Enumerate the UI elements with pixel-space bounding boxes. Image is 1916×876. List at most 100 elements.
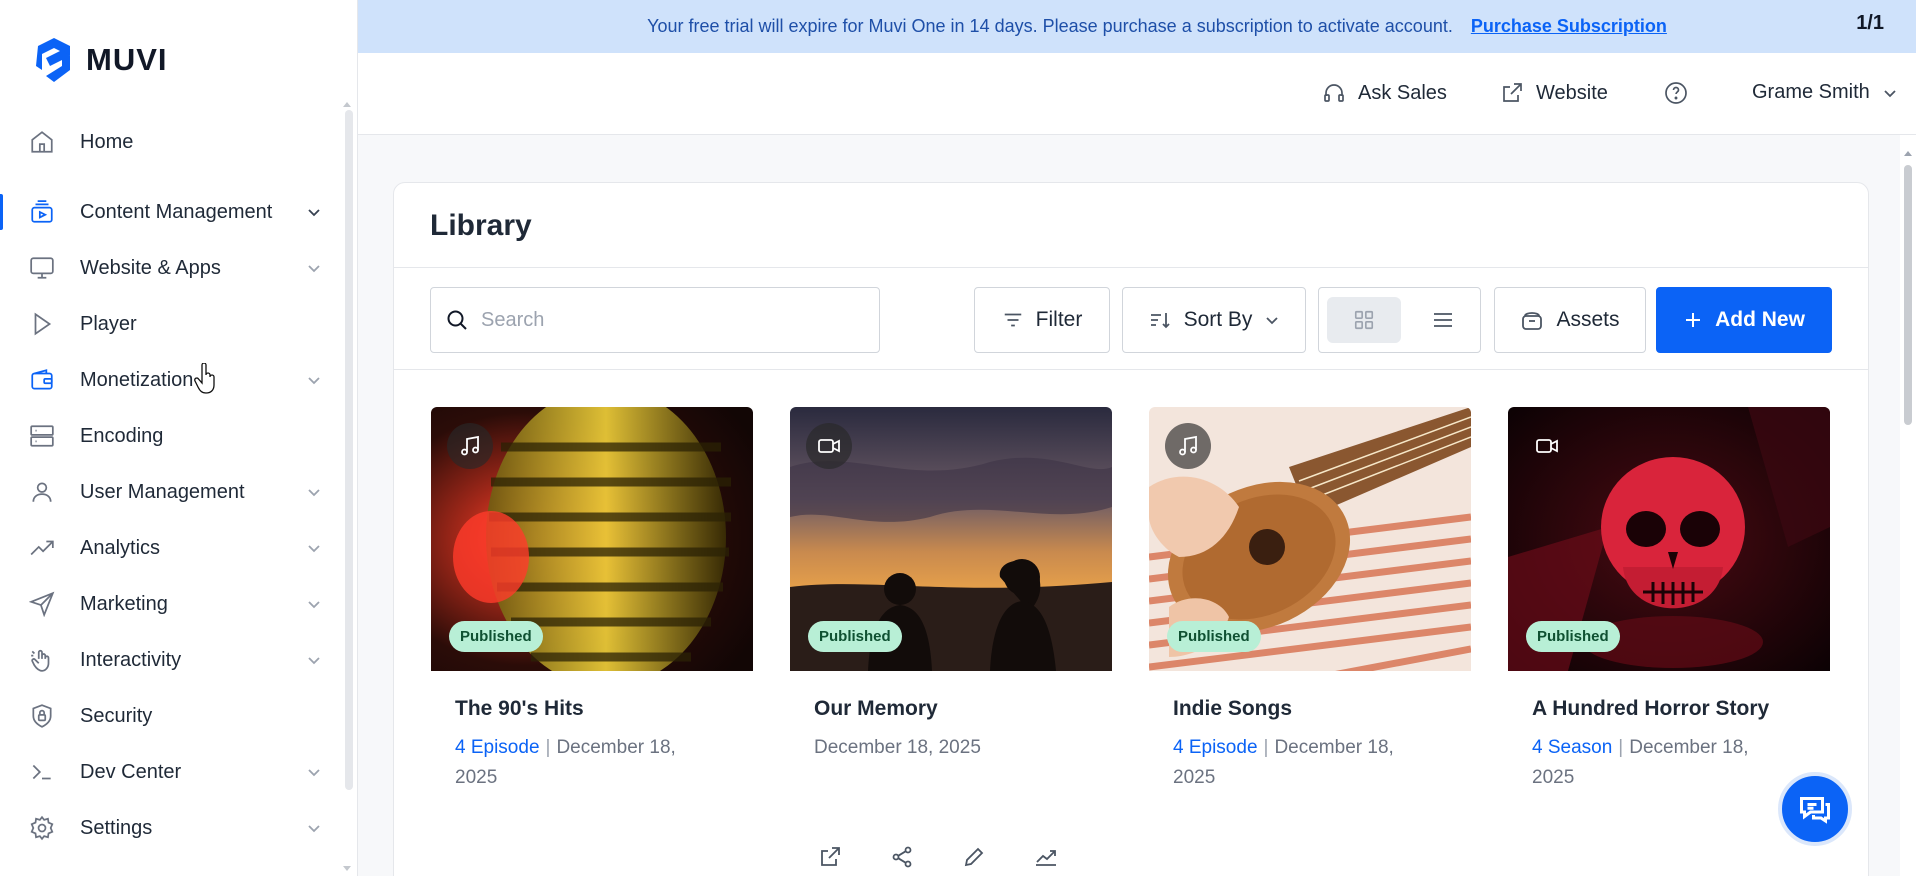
sidebar-item-analytics[interactable]: Analytics <box>0 520 340 576</box>
tile-title[interactable]: Indie Songs <box>1173 697 1292 721</box>
sidebar-item-interactivity[interactable]: Interactivity <box>0 632 340 688</box>
chevron-down-icon[interactable] <box>306 764 322 780</box>
tile-thumbnail[interactable]: Published <box>790 407 1112 671</box>
external-link-icon <box>1503 83 1522 102</box>
sidebar-scroll-up[interactable] <box>343 102 351 107</box>
sidebar-item-settings[interactable]: Settings <box>0 800 340 856</box>
content-tile[interactable]: Published The 90's Hits 4 Episode | Decemb… <box>431 407 753 788</box>
sidebar-item-home[interactable]: Home <box>0 114 340 170</box>
brand-logo[interactable]: MUVI <box>32 36 168 84</box>
season-count[interactable]: 4 Season <box>1532 737 1612 758</box>
add-new-button[interactable]: Add New <box>1656 287 1832 353</box>
list-icon <box>1434 313 1452 327</box>
assets-label: Assets <box>1556 308 1620 331</box>
tile-title[interactable]: The 90's Hits <box>455 697 584 721</box>
sidebar-item-label: Content Management <box>80 200 273 223</box>
video-icon <box>1524 423 1570 469</box>
wallet-icon <box>28 366 56 394</box>
analytics-icon[interactable] <box>1034 845 1058 869</box>
chevron-down-icon[interactable] <box>306 596 322 612</box>
sidebar-item-marketing[interactable]: Marketing <box>0 576 340 632</box>
library-card: Library Filter Sort By Assets <box>393 182 1869 876</box>
sidebar-item-label: Website & Apps <box>80 256 221 279</box>
tile-meta: 4 Episode | December 18, 2025 <box>1173 737 1394 788</box>
ask-sales-label: Ask Sales <box>1358 81 1447 104</box>
sidebar-item-encoding[interactable]: Encoding <box>0 408 340 464</box>
chevron-down-icon[interactable] <box>306 372 322 388</box>
send-icon <box>28 590 56 618</box>
trend-icon <box>28 534 56 562</box>
user-icon <box>28 478 56 506</box>
search-icon <box>447 310 467 330</box>
list-view-button[interactable] <box>1415 297 1471 343</box>
assets-button[interactable]: Assets <box>1494 287 1646 353</box>
tile-thumbnail[interactable]: Published <box>1149 407 1471 671</box>
purchase-subscription-link[interactable]: Purchase Subscription <box>1471 16 1667 37</box>
share-icon[interactable] <box>890 845 914 869</box>
server-icon <box>28 422 56 450</box>
sidebar-nav: Home Content Management Website & Apps P… <box>0 114 340 856</box>
search-box[interactable] <box>430 287 880 353</box>
filter-button[interactable]: Filter <box>974 287 1110 353</box>
tile-date: December 18, <box>1629 737 1749 758</box>
sidebar-item-dev-center[interactable]: Dev Center <box>0 744 340 800</box>
filter-icon <box>1004 313 1021 327</box>
tile-date-year: 2025 <box>1532 767 1575 788</box>
chevron-down-icon[interactable] <box>306 820 322 836</box>
monitor-icon <box>28 254 56 282</box>
tile-date: December 18, <box>1274 737 1394 758</box>
chevron-down-icon[interactable] <box>306 260 322 276</box>
search-input[interactable] <box>481 308 861 332</box>
content-tile[interactable]: Published Our Memory December 18, 2025 <box>790 407 1112 868</box>
sidebar-item-user-management[interactable]: User Management <box>0 464 340 520</box>
external-link-icon[interactable] <box>818 845 842 869</box>
sidebar-item-player[interactable]: Player <box>0 296 340 352</box>
view-toggle <box>1318 287 1481 353</box>
help-button[interactable] <box>1664 81 1688 105</box>
sort-by-button[interactable]: Sort By <box>1122 287 1306 353</box>
main-scroll-up[interactable] <box>1904 151 1912 156</box>
trial-message: Your free trial will expire for Muvi One… <box>647 16 1453 36</box>
grid-view-button[interactable] <box>1327 297 1401 343</box>
main-scrollbar[interactable] <box>1900 135 1916 876</box>
hand-icon <box>28 646 56 674</box>
user-menu[interactable]: Grame Smith <box>1752 81 1898 104</box>
sidebar-item-label: Player <box>80 312 137 335</box>
gear-icon <box>28 814 56 842</box>
edit-icon[interactable] <box>962 845 986 869</box>
sidebar-scrollbar[interactable] <box>345 110 353 790</box>
home-icon <box>28 128 56 156</box>
ask-sales-button[interactable]: Ask Sales <box>1322 81 1447 105</box>
top-bar: Ask Sales Website Grame Smith <box>358 53 1916 135</box>
sort-icon <box>1150 313 1170 329</box>
content-icon <box>28 198 56 226</box>
sidebar-scroll-down[interactable] <box>343 866 351 871</box>
chevron-down-icon[interactable] <box>306 484 322 500</box>
episode-count[interactable]: 4 Episode <box>1173 737 1258 758</box>
sidebar-item-security[interactable]: Security <box>0 688 340 744</box>
sidebar-item-monetization[interactable]: Monetization <box>0 352 340 408</box>
chevron-down-icon[interactable] <box>306 652 322 668</box>
main-scroll-thumb[interactable] <box>1904 165 1912 425</box>
tile-title[interactable]: Our Memory <box>814 697 938 721</box>
trial-banner: Your free trial will expire for Muvi One… <box>358 0 1916 53</box>
page-title: Library <box>430 209 532 242</box>
tile-thumbnail[interactable]: Published <box>1508 407 1830 671</box>
sidebar-item-website-apps[interactable]: Website & Apps <box>0 240 340 296</box>
divider <box>394 369 1868 370</box>
tile-actions <box>818 845 1058 869</box>
brand-name: MUVI <box>86 42 168 77</box>
sidebar-item-label: Settings <box>80 816 153 839</box>
content-tile[interactable]: Published Indie Songs 4 Episode | December… <box>1149 407 1471 788</box>
tile-thumbnail[interactable]: Published <box>431 407 753 671</box>
muvi-logo-icon <box>36 38 70 82</box>
chevron-down-icon[interactable] <box>306 540 322 556</box>
website-button[interactable]: Website <box>1500 81 1608 105</box>
episode-count[interactable]: 4 Episode <box>455 737 540 758</box>
content-tile[interactable]: Published A Hundred Horror Story 4 Seaso… <box>1508 407 1830 788</box>
sidebar-item-content-management[interactable]: Content Management <box>0 184 340 240</box>
tile-title[interactable]: A Hundred Horror Story <box>1532 697 1769 721</box>
tile-meta: 4 Episode | December 18, 2025 <box>455 737 676 788</box>
chevron-down-icon[interactable] <box>306 204 322 220</box>
chat-support-button[interactable] <box>1778 772 1852 846</box>
